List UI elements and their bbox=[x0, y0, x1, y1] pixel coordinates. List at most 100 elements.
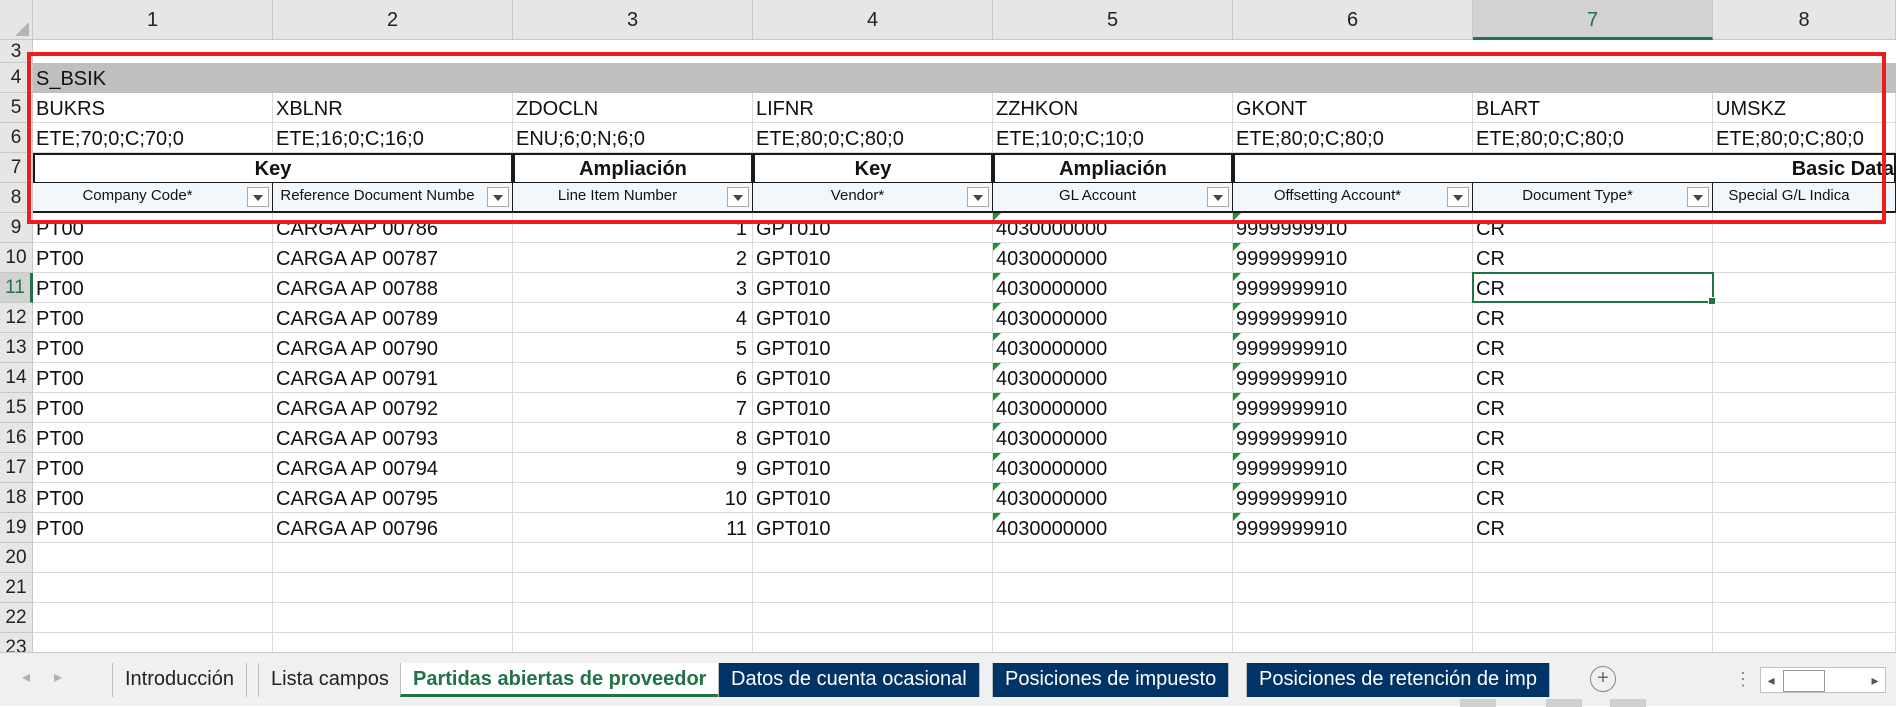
table-cell[interactable]: 5 bbox=[513, 333, 753, 363]
filter-dropdown-icon[interactable] bbox=[727, 187, 749, 207]
row-header-5[interactable]: 5 bbox=[0, 93, 33, 123]
table-cell[interactable] bbox=[1713, 363, 1896, 393]
table-cell[interactable]: CR bbox=[1473, 393, 1713, 423]
tab-posiciones-impuesto[interactable]: Posiciones de impuesto bbox=[992, 663, 1230, 697]
table-cell[interactable] bbox=[273, 633, 513, 652]
spreadsheet-grid[interactable]: 1 2 3 4 5 6 7 8 3 4 5 6 7 8 9 10 11 12 13 14 15 16 17 1… bbox=[0, 0, 1896, 652]
table-cell[interactable]: 9999999910 bbox=[1233, 333, 1473, 363]
table-cell[interactable] bbox=[1473, 543, 1713, 573]
table-cell[interactable]: 9999999910 bbox=[1233, 483, 1473, 513]
table-cell[interactable]: 4030000000 bbox=[993, 273, 1233, 303]
horizontal-scrollbar[interactable]: ◂ ▸ bbox=[1760, 667, 1886, 693]
table-cell[interactable]: PT00 bbox=[33, 243, 273, 273]
table-cell[interactable] bbox=[33, 633, 273, 652]
field-spec-cell[interactable]: ETE;80;0;C;80;0 bbox=[1233, 123, 1473, 153]
table-cell[interactable] bbox=[1713, 393, 1896, 423]
table-cell[interactable]: CR bbox=[1473, 423, 1713, 453]
table-cell[interactable]: CR bbox=[1473, 213, 1713, 243]
more-options-icon[interactable]: ⋮ bbox=[1734, 665, 1752, 693]
table-cell[interactable]: 9999999910 bbox=[1233, 273, 1473, 303]
table-cell[interactable] bbox=[273, 603, 513, 633]
table-cell[interactable]: GPT010 bbox=[753, 273, 993, 303]
table-cell[interactable]: 4030000000 bbox=[993, 363, 1233, 393]
table-cell[interactable]: 2 bbox=[513, 243, 753, 273]
table-cell[interactable]: GPT010 bbox=[753, 393, 993, 423]
table-cell[interactable]: CARGA AP 00794 bbox=[273, 453, 513, 483]
column-header-2[interactable]: 2 bbox=[273, 0, 513, 40]
table-cell[interactable] bbox=[1713, 543, 1896, 573]
table-cell[interactable] bbox=[33, 543, 273, 573]
column-header-4[interactable]: 4 bbox=[753, 0, 993, 40]
table-cell[interactable]: PT00 bbox=[33, 363, 273, 393]
prev-sheet-icon[interactable]: ◂ bbox=[16, 667, 36, 689]
table-cell[interactable] bbox=[33, 573, 273, 603]
table-cell[interactable]: GPT010 bbox=[753, 333, 993, 363]
table-cell[interactable]: CARGA AP 00796 bbox=[273, 513, 513, 543]
filter-dropdown-icon[interactable] bbox=[487, 187, 509, 207]
table-cell[interactable]: CR bbox=[1473, 303, 1713, 333]
table-cell[interactable]: 8 bbox=[513, 423, 753, 453]
column-header-7[interactable]: 7 bbox=[1473, 0, 1713, 40]
field-code-cell[interactable]: ZZHKON bbox=[993, 93, 1233, 123]
row-header-22[interactable]: 22 bbox=[0, 603, 33, 633]
tab-introduccion[interactable]: Introducción bbox=[112, 663, 247, 697]
table-cell[interactable]: PT00 bbox=[33, 273, 273, 303]
field-code-cell[interactable]: BUKRS bbox=[33, 93, 273, 123]
row-header-23[interactable]: 23 bbox=[0, 633, 33, 652]
row-header-20[interactable]: 20 bbox=[0, 543, 33, 573]
table-cell[interactable]: 4030000000 bbox=[993, 423, 1233, 453]
tab-datos-cuenta-ocasional[interactable]: Datos de cuenta ocasional bbox=[718, 663, 980, 697]
row-header-14[interactable]: 14 bbox=[0, 363, 33, 393]
table-cell[interactable]: CARGA AP 00786 bbox=[273, 213, 513, 243]
table-cell[interactable]: CR bbox=[1473, 453, 1713, 483]
table-cell[interactable]: 4030000000 bbox=[993, 243, 1233, 273]
table-cell[interactable] bbox=[273, 573, 513, 603]
tab-posiciones-retencion[interactable]: Posiciones de retención de imp bbox=[1246, 663, 1550, 697]
table-cell[interactable]: 4030000000 bbox=[993, 333, 1233, 363]
table-cell[interactable] bbox=[993, 543, 1233, 573]
table-cell[interactable]: PT00 bbox=[33, 513, 273, 543]
table-cell[interactable]: 4030000000 bbox=[993, 213, 1233, 243]
table-cell[interactable] bbox=[1713, 483, 1896, 513]
row-header-8[interactable]: 8 bbox=[0, 183, 33, 213]
row-header-21[interactable]: 21 bbox=[0, 573, 33, 603]
row-header-7[interactable]: 7 bbox=[0, 153, 33, 183]
table-cell[interactable]: 9999999910 bbox=[1233, 423, 1473, 453]
table-cell[interactable] bbox=[1233, 603, 1473, 633]
table-cell[interactable]: CARGA AP 00788 bbox=[273, 273, 513, 303]
table-cell[interactable]: CR bbox=[1473, 483, 1713, 513]
row-header-18[interactable]: 18 bbox=[0, 483, 33, 513]
column-header-6[interactable]: 6 bbox=[1233, 0, 1473, 40]
table-cell[interactable] bbox=[993, 633, 1233, 652]
table-cell[interactable] bbox=[1713, 303, 1896, 333]
table-cell[interactable]: 4030000000 bbox=[993, 303, 1233, 333]
table-cell[interactable]: CARGA AP 00793 bbox=[273, 423, 513, 453]
table-cell[interactable] bbox=[1473, 633, 1713, 652]
row-header-6[interactable]: 6 bbox=[0, 123, 33, 153]
table-cell[interactable] bbox=[993, 603, 1233, 633]
filter-dropdown-icon[interactable] bbox=[1687, 187, 1709, 207]
column-header-3[interactable]: 3 bbox=[513, 0, 753, 40]
table-cell[interactable]: CARGA AP 00787 bbox=[273, 243, 513, 273]
table-cell[interactable]: CARGA AP 00795 bbox=[273, 483, 513, 513]
table-cell[interactable] bbox=[1713, 243, 1896, 273]
table-cell[interactable] bbox=[513, 573, 753, 603]
table-cell[interactable]: 9999999910 bbox=[1233, 453, 1473, 483]
row-header-15[interactable]: 15 bbox=[0, 393, 33, 423]
table-cell[interactable] bbox=[1713, 573, 1896, 603]
row-header-13[interactable]: 13 bbox=[0, 333, 33, 363]
table-cell[interactable]: GPT010 bbox=[753, 483, 993, 513]
scroll-right-icon[interactable]: ▸ bbox=[1865, 668, 1885, 692]
table-cell[interactable]: 9999999910 bbox=[1233, 513, 1473, 543]
table-cell[interactable]: CR bbox=[1473, 513, 1713, 543]
field-code-cell[interactable]: GKONT bbox=[1233, 93, 1473, 123]
table-cell[interactable]: GPT010 bbox=[753, 423, 993, 453]
table-cell[interactable] bbox=[1713, 603, 1896, 633]
table-cell[interactable] bbox=[753, 543, 993, 573]
row-header-11[interactable]: 11 bbox=[0, 273, 33, 303]
table-cell[interactable]: CR bbox=[1473, 363, 1713, 393]
table-cell[interactable]: 10 bbox=[513, 483, 753, 513]
row-header-4[interactable]: 4 bbox=[0, 63, 33, 93]
table-cell[interactable] bbox=[513, 633, 753, 652]
column-header-8[interactable]: 8 bbox=[1713, 0, 1896, 40]
